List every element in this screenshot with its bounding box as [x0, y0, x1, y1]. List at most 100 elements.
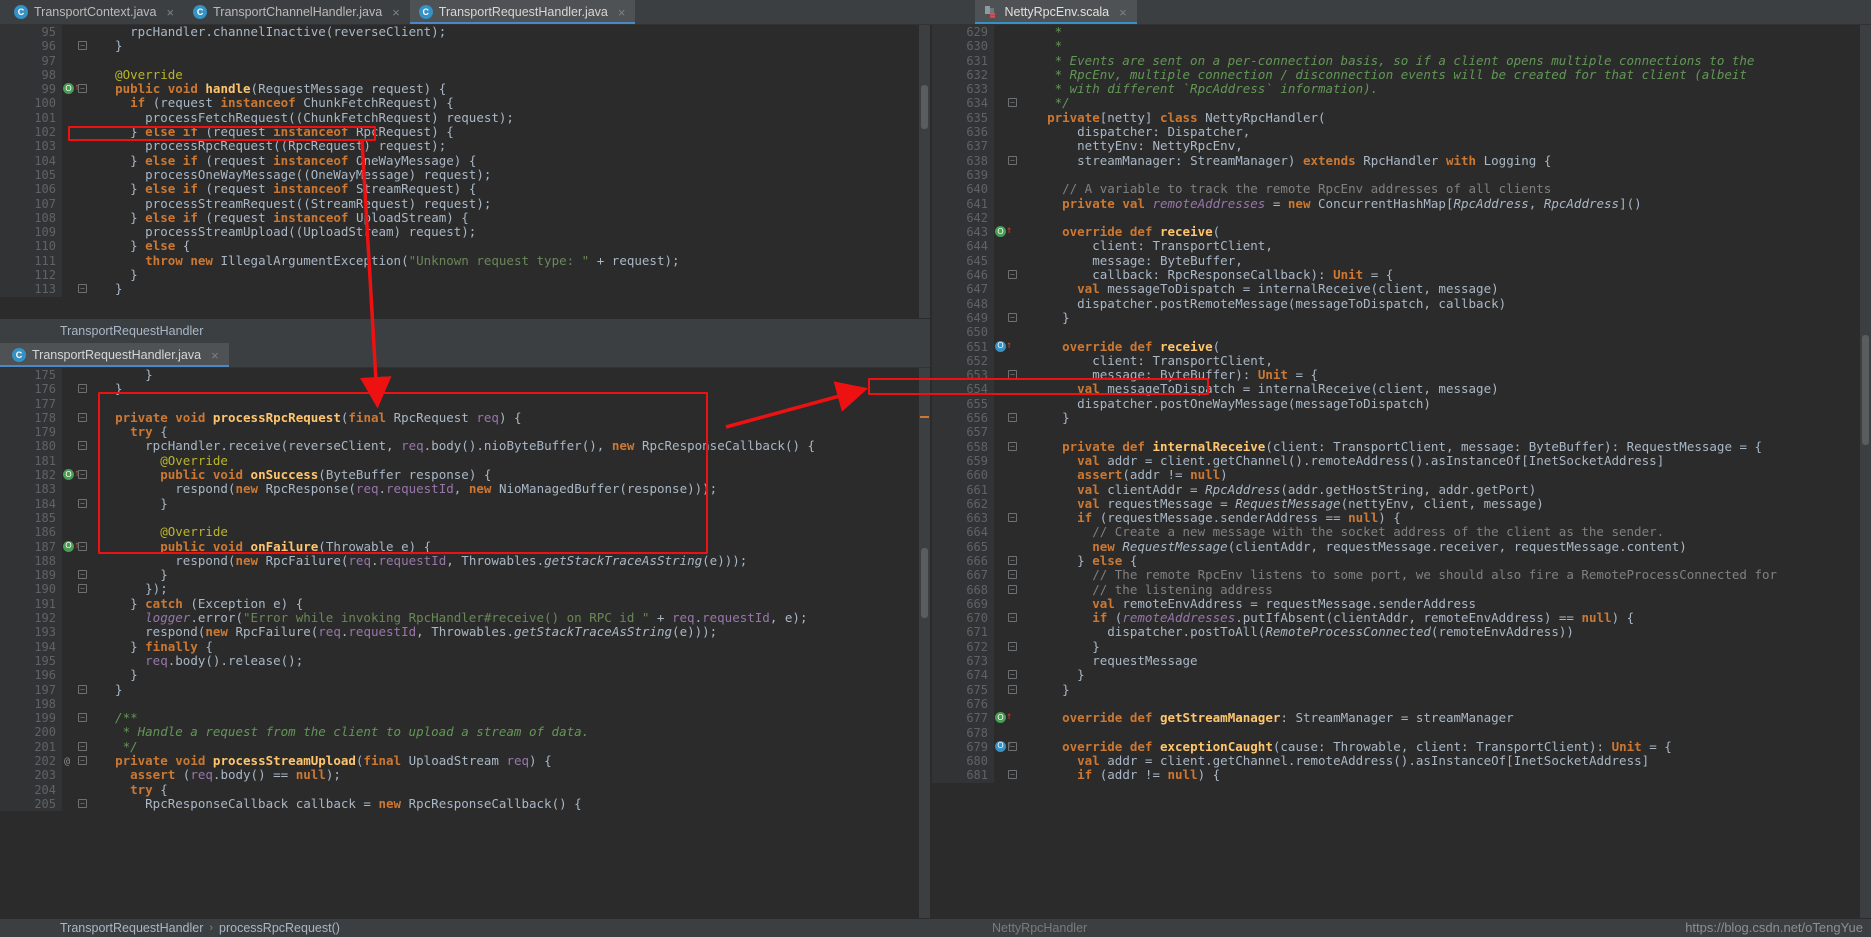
line-number[interactable]: 191: [0, 596, 62, 612]
line-number[interactable]: 652: [932, 353, 994, 369]
line-number[interactable]: 197: [0, 682, 62, 697]
line-number[interactable]: 657: [932, 425, 994, 440]
line-number[interactable]: 178: [0, 410, 62, 426]
code-line-text[interactable]: respond(new RpcFailure(req.requestId, Th…: [92, 554, 930, 568]
line-number[interactable]: 665: [932, 539, 994, 554]
code-line-text[interactable]: requestMessage: [1024, 654, 1871, 668]
code-line[interactable]: 95 rpcHandler.channelInactive(reverseCli…: [0, 25, 930, 40]
code-fold-toggle-icon[interactable]: –: [78, 384, 87, 394]
line-number[interactable]: 664: [932, 525, 994, 540]
line-number[interactable]: 200: [0, 725, 62, 740]
line-number[interactable]: 654: [932, 382, 994, 397]
code-line-text[interactable]: * with different `RpcAddress` informatio…: [1024, 82, 1871, 96]
code-line[interactable]: 190 – });: [0, 582, 930, 597]
code-line[interactable]: 195 req.body().release();: [0, 653, 930, 669]
code-line[interactable]: 200 * Handle a request from the client t…: [0, 725, 930, 740]
code-line-text[interactable]: } else {: [1024, 554, 1871, 568]
code-line-text[interactable]: nettyEnv: NettyRpcEnv,: [1024, 139, 1871, 153]
line-number[interactable]: 658: [932, 439, 994, 454]
code-line-text[interactable]: *: [1024, 25, 1871, 39]
code-fold-toggle-icon[interactable]: –: [1008, 741, 1017, 751]
code-line[interactable]: 113 – }: [0, 282, 930, 297]
code-line-text[interactable]: val addr = client.getChannel.remoteAddre…: [1024, 754, 1871, 768]
line-number[interactable]: 199: [0, 711, 62, 726]
line-number[interactable]: 112: [0, 268, 62, 283]
code-line[interactable]: 648 dispatcher.postRemoteMessage(message…: [932, 296, 1871, 311]
code-line[interactable]: 658 – private def internalReceive(client:…: [932, 439, 1871, 454]
close-icon[interactable]: ×: [1119, 6, 1127, 19]
code-line[interactable]: 202 @ – private void processStreamUpload(f…: [0, 754, 930, 769]
line-number[interactable]: 646: [932, 268, 994, 283]
code-line[interactable]: 674 – }: [932, 668, 1871, 683]
code-line[interactable]: 677 O ↑ override def getStreamManager: Str…: [932, 711, 1871, 726]
tab-transport-request-handler-java[interactable]: C TransportRequestHandler.java ×: [409, 0, 636, 24]
line-number[interactable]: 641: [932, 196, 994, 211]
line-number[interactable]: 109: [0, 225, 62, 240]
code-line[interactable]: 675 – }: [932, 682, 1871, 697]
code-line[interactable]: 665 new RequestMessage(clientAddr, reque…: [932, 539, 1871, 554]
line-number[interactable]: 188: [0, 553, 62, 569]
code-line-text[interactable]: }: [92, 668, 930, 682]
line-number[interactable]: 659: [932, 453, 994, 469]
code-line-text[interactable]: override def getStreamManager: StreamMan…: [1024, 711, 1871, 725]
line-number[interactable]: 674: [932, 668, 994, 683]
code-line[interactable]: 639: [932, 167, 1871, 183]
line-number[interactable]: 679: [932, 739, 994, 755]
tab-transport-context-java[interactable]: C TransportContext.java ×: [0, 0, 185, 24]
code-line[interactable]: 670 – if (remoteAddresses.putIfAbsent(cli…: [932, 611, 1871, 626]
code-line[interactable]: 637 nettyEnv: NettyRpcEnv,: [932, 139, 1871, 154]
code-line[interactable]: 664 // Create a new message with the soc…: [932, 525, 1871, 540]
code-line-text[interactable]: override def exceptionCaught(cause: Thro…: [1024, 740, 1871, 754]
line-number[interactable]: 642: [932, 210, 994, 226]
code-line[interactable]: 671 dispatcher.postToAll(RemoteProcessCo…: [932, 625, 1871, 640]
line-number[interactable]: 629: [932, 25, 994, 40]
line-number[interactable]: 107: [0, 196, 62, 211]
code-line[interactable]: 104 } else if (request instanceof OneWay…: [0, 153, 930, 168]
code-line[interactable]: 189 – }: [0, 568, 930, 583]
code-text-right[interactable]: 629 * 630 * 631 * Events are sent on a per…: [932, 25, 1871, 918]
code-line[interactable]: 660 assert(addr != null): [932, 468, 1871, 483]
code-fold-toggle-icon[interactable]: –: [1008, 513, 1017, 523]
code-line-text[interactable]: dispatcher.postRemoteMessage(messageToDi…: [1024, 297, 1871, 311]
implemented-method-marker-icon[interactable]: O: [995, 340, 1006, 352]
code-line[interactable]: 672 – }: [932, 639, 1871, 655]
line-number[interactable]: 180: [0, 439, 62, 454]
code-line-text[interactable]: // the listening address: [1024, 583, 1871, 597]
code-fold-toggle-icon[interactable]: –: [1008, 98, 1017, 108]
code-line-text[interactable]: val clientAddr = RpcAddress(addr.getHost…: [1024, 483, 1871, 497]
line-number[interactable]: 644: [932, 239, 994, 254]
code-line[interactable]: 656 – }: [932, 411, 1871, 426]
line-number[interactable]: 201: [0, 739, 62, 755]
code-line-text[interactable]: override def receive(: [1024, 225, 1871, 239]
code-line-text[interactable]: }: [92, 268, 930, 282]
code-fold-toggle-icon[interactable]: –: [1008, 270, 1017, 280]
line-number[interactable]: 98: [0, 67, 62, 83]
code-line[interactable]: 198: [0, 696, 930, 712]
code-line[interactable]: 646 – callback: RpcResponseCallback): Uni…: [932, 268, 1871, 283]
code-line-text[interactable]: processStreamUpload((UploadStream) reque…: [92, 225, 930, 239]
code-line-text[interactable]: }: [1024, 668, 1871, 682]
code-line-text[interactable]: }: [92, 39, 930, 53]
code-line[interactable]: 659 val addr = client.getChannel().remot…: [932, 453, 1871, 469]
code-fold-toggle-icon[interactable]: –: [78, 84, 87, 94]
code-line-text[interactable]: logger.error("Error while invoking RpcHa…: [92, 611, 930, 625]
code-line[interactable]: 633 * with different `RpcAddress` inform…: [932, 82, 1871, 97]
code-line[interactable]: 645 message: ByteBuffer,: [932, 253, 1871, 269]
tab-netty-rpc-env-scala[interactable]: NettyRpcEnv.scala ×: [975, 0, 1138, 24]
code-line[interactable]: 203 assert (req.body() == null);: [0, 768, 930, 783]
code-line-text[interactable]: });: [92, 582, 930, 596]
code-line[interactable]: 204 try {: [0, 782, 930, 797]
code-line[interactable]: 97: [0, 53, 930, 68]
override-method-marker-icon[interactable]: O: [63, 540, 74, 552]
code-line-text[interactable]: }: [92, 568, 930, 582]
line-number[interactable]: 653: [932, 368, 994, 383]
breadcrumb-method[interactable]: processRpcRequest(): [219, 921, 340, 935]
line-number[interactable]: 181: [0, 453, 62, 469]
code-line[interactable]: 176 – }: [0, 382, 930, 397]
error-stripe-mark[interactable]: [920, 416, 929, 418]
code-fold-toggle-icon[interactable]: –: [78, 41, 87, 51]
line-number[interactable]: 198: [0, 696, 62, 712]
code-line-text[interactable]: public void onSuccess(ByteBuffer respons…: [92, 468, 930, 482]
code-fold-toggle-icon[interactable]: –: [1008, 370, 1017, 380]
code-fold-toggle-icon[interactable]: –: [78, 741, 87, 751]
